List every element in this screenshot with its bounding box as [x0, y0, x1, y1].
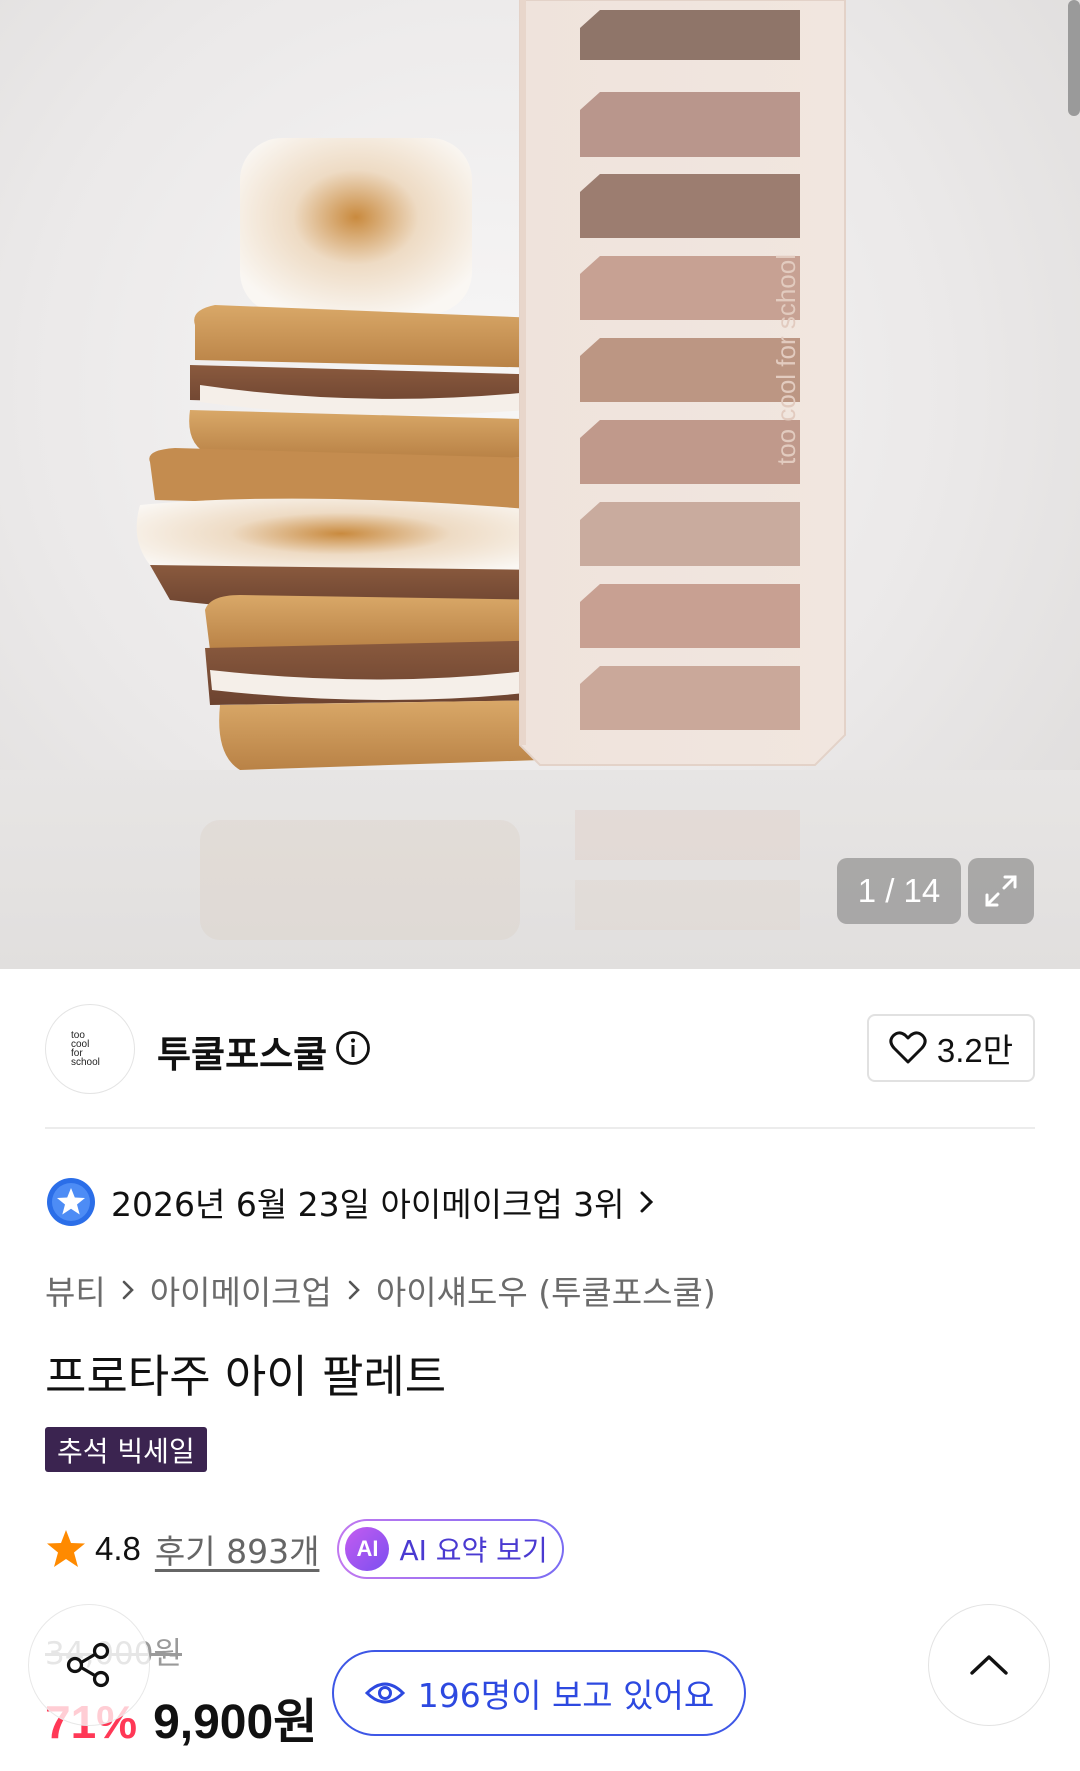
viewers-count-text: 196명이 보고 있어요 [417, 1676, 715, 1715]
rating-row: 4.8 후기 893개 AI AI 요약 보기 [45, 1518, 564, 1580]
heart-icon [889, 1031, 927, 1064]
section-divider [45, 1127, 1035, 1129]
share-icon [66, 1642, 110, 1688]
sale-badge: 추석 빅세일 [45, 1427, 207, 1472]
viewers-count-pill[interactable]: 196명이 보고 있어요 [332, 1650, 746, 1736]
smores-and-palette-photo: too cool for school [136, 0, 846, 940]
chevron-right-icon [346, 1278, 362, 1302]
brand-row: too cool for school 투쿨포스쿨 3.2만 [45, 1004, 1035, 1094]
ranking-link[interactable]: 2026년 6월 23일 아이메이크업 3위 [45, 1175, 657, 1229]
brand-info-button[interactable] [335, 1030, 371, 1070]
scrollbar[interactable] [1068, 0, 1080, 116]
ranking-text: 2026년 6월 23일 아이메이크업 3위 [111, 1185, 625, 1224]
expand-button[interactable] [968, 858, 1034, 924]
product-image-gallery[interactable]: too cool for school 1 / 14 [0, 0, 1080, 969]
info-icon [336, 1031, 370, 1065]
rating-score: 4.8 [95, 1530, 141, 1567]
logo-text-line: school [71, 1057, 100, 1068]
scroll-to-top-button[interactable] [928, 1604, 1050, 1726]
breadcrumb: 뷰티 아이메이크업 아이섀도우 (투쿨포스쿨) [45, 1268, 716, 1312]
brand-logo[interactable]: too cool for school [45, 1004, 135, 1094]
breadcrumb-item[interactable]: 아이메이크업 [150, 1266, 332, 1314]
star-icon [47, 1530, 85, 1567]
brand-name[interactable]: 투쿨포스쿨 [157, 1024, 327, 1078]
ai-summary-label: AI 요약 보기 [399, 1534, 548, 1567]
review-count-link[interactable]: 후기 893개 [155, 1525, 320, 1573]
image-page-indicator: 1 / 14 [837, 858, 961, 924]
final-price: 9,900원 [153, 1696, 318, 1749]
breadcrumb-item[interactable]: 뷰티 [45, 1266, 106, 1314]
eye-icon [364, 1682, 405, 1704]
ai-summary-button[interactable]: AI AI 요약 보기 [337, 1519, 564, 1579]
breadcrumb-item[interactable]: 아이섀도우 (투쿨포스쿨) [376, 1266, 716, 1314]
product-title: 프로타주 아이 팔레트 [45, 1350, 447, 1403]
share-button[interactable] [28, 1604, 150, 1726]
expand-icon [985, 875, 1017, 907]
chevron-right-icon [640, 1191, 653, 1213]
chevron-right-icon [120, 1278, 136, 1302]
ranking-star-badge-icon [47, 1178, 95, 1226]
chevron-up-icon [970, 1655, 1008, 1675]
like-button[interactable]: 3.2만 [867, 1014, 1035, 1082]
palette-brand-text: too cool for school [771, 254, 801, 465]
ai-icon: AI [345, 1527, 390, 1571]
eyeshadow-shades [580, 10, 800, 730]
like-count: 3.2만 [936, 1032, 1014, 1069]
